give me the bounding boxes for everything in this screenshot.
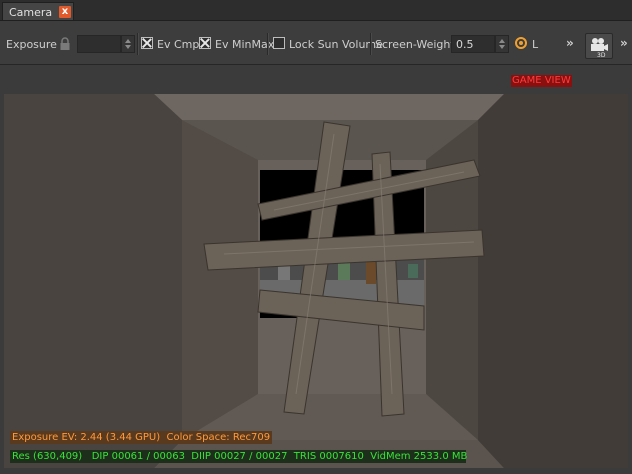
- scene-render: [4, 94, 628, 468]
- exposure-label: Exposure: [6, 38, 57, 51]
- screen-weight-label: Screen-Weight: [375, 38, 455, 51]
- tab-camera-label: Camera: [9, 6, 53, 19]
- lock-sun-volume-label: Lock Sun Volume: [289, 38, 383, 51]
- tab-camera[interactable]: Camera x: [2, 2, 74, 20]
- close-icon[interactable]: x: [59, 6, 71, 18]
- radio-l-label: L: [532, 38, 539, 51]
- chevron-right-icon[interactable]: »: [566, 36, 574, 50]
- camera-icon: 3D: [591, 38, 608, 59]
- game-view-label: GAME VIEW: [511, 75, 572, 87]
- camera-mode-badge: 3D: [597, 52, 606, 58]
- lock-icon[interactable]: [59, 37, 71, 51]
- ev-minmax-label: Ev MinMax: [215, 38, 275, 51]
- exposure-spinner[interactable]: [121, 35, 135, 53]
- ev-cmp-checkbox[interactable]: [141, 37, 153, 49]
- camera-toolbar: Exposure Ev Cmp Ev MinMax Lock Sun Volum…: [0, 21, 632, 65]
- chevron-right-icon[interactable]: »: [620, 36, 628, 50]
- tab-bar: Camera x: [0, 0, 632, 21]
- radio-l[interactable]: [515, 37, 527, 49]
- ev-cmp-label: Ev Cmp: [157, 38, 200, 51]
- scene-viewport[interactable]: [4, 94, 628, 468]
- screen-weight-input[interactable]: 0.5: [451, 35, 495, 53]
- toolbar-divider: [370, 33, 372, 55]
- camera-3d-button[interactable]: 3D: [585, 33, 613, 59]
- screen-weight-spinner[interactable]: [495, 35, 509, 53]
- toolbar-divider: [137, 33, 139, 55]
- exposure-input[interactable]: [77, 35, 121, 53]
- toolbar-divider: [267, 33, 269, 55]
- exposure-info-overlay: Exposure EV: 2.44 (3.44 GPU) Color Space…: [10, 431, 273, 444]
- lock-sun-volume-checkbox[interactable]: [273, 37, 285, 49]
- ev-minmax-checkbox[interactable]: [199, 37, 211, 49]
- render-stats-overlay: Res (630,409) DIP 00061 / 00063 DIIP 000…: [10, 450, 468, 463]
